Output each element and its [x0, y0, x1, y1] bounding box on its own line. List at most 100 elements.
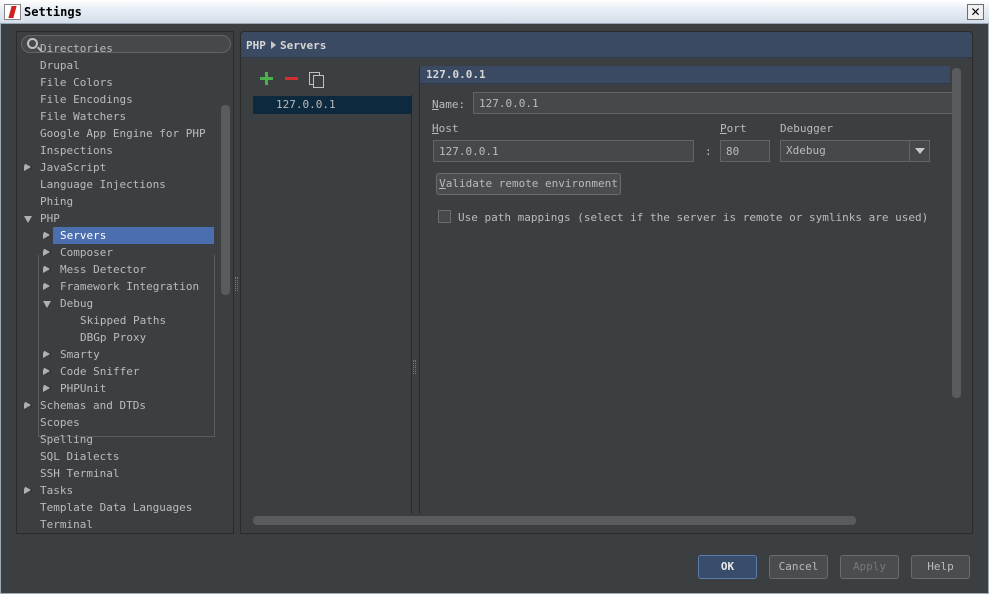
tree-item-composer[interactable]: Composer [17, 244, 217, 261]
tree-item-label: Schemas and DTDs [40, 399, 146, 412]
tree-item-label: SQL Dialects [40, 450, 120, 463]
tree-item-google-app-engine-for-php[interactable]: Google App Engine for PHP [17, 125, 217, 142]
cancel-button[interactable]: Cancel [769, 555, 828, 579]
tree-item-label: Terminal [40, 518, 93, 531]
server-list: 127.0.0.1 [253, 94, 412, 514]
tree-item-servers[interactable]: Servers [17, 227, 217, 244]
tree-item-spelling[interactable]: Spelling [17, 431, 217, 448]
list-splitter-handle[interactable] [413, 360, 416, 374]
name-field[interactable] [473, 92, 953, 114]
tree-item-ssh-terminal[interactable]: SSH Terminal [17, 465, 217, 482]
tree-item-file-colors[interactable]: File Colors [17, 74, 217, 91]
server-list-item[interactable]: 127.0.0.1 [253, 96, 412, 114]
tree-item-schemas-and-dtds[interactable]: Schemas and DTDs [17, 397, 217, 414]
chevron-down-icon[interactable] [909, 141, 929, 161]
help-button[interactable]: Help [911, 555, 970, 579]
tree-item-label: Google App Engine for PHP [40, 127, 206, 140]
validate-remote-environment-button[interactable]: Validate remote environment [436, 173, 621, 195]
collapsed-arrow-icon[interactable] [43, 384, 51, 392]
title-bar: Settings ✕ [0, 0, 989, 24]
server-details-title: 127.0.0.1 [426, 68, 486, 81]
expanded-arrow-icon[interactable] [24, 216, 32, 223]
tree-item-label: File Encodings [40, 93, 133, 106]
horizontal-scrollbar[interactable] [253, 516, 856, 525]
collapsed-arrow-icon[interactable] [43, 367, 51, 375]
name-label: Name: [432, 98, 466, 111]
tree-item-drupal[interactable]: Drupal [17, 57, 217, 74]
port-field[interactable] [720, 140, 770, 162]
tree-item-scopes[interactable]: Scopes [17, 414, 217, 431]
collapsed-arrow-icon[interactable] [24, 163, 32, 171]
tree-item-sql-dialects[interactable]: SQL Dialects [17, 448, 217, 465]
tree-item-debug[interactable]: Debug [17, 295, 217, 312]
tree-item-label: SSH Terminal [40, 467, 120, 480]
host-port-separator: : [705, 145, 712, 158]
tree-item-dbgp-proxy[interactable]: DBGp Proxy [17, 329, 217, 346]
tree-item-label: JavaScript [40, 161, 107, 174]
tree-item-smarty[interactable]: Smarty [17, 346, 217, 363]
tree-item-label: DBGp Proxy [80, 331, 147, 344]
copy-server-icon[interactable] [309, 72, 324, 88]
server-details-header: 127.0.0.1 [420, 66, 950, 84]
tree-item-label: Directories [40, 42, 113, 55]
tree-item-code-sniffer[interactable]: Code Sniffer [17, 363, 217, 380]
app-icon [4, 4, 21, 20]
apply-button[interactable]: Apply [840, 555, 899, 579]
remove-server-icon[interactable] [285, 77, 298, 80]
breadcrumb-current: Servers [280, 39, 327, 52]
settings-content-panel: PHP Servers 127.0.0.1 127.0.0.1 Name: Ho… [240, 31, 973, 534]
tree-item-php[interactable]: PHP [17, 210, 217, 227]
tree-item-directories[interactable]: Directories [17, 40, 217, 57]
tree-item-phpunit[interactable]: PHPUnit [17, 380, 217, 397]
breadcrumb: PHP Servers [241, 32, 972, 58]
collapsed-arrow-icon[interactable] [43, 265, 51, 273]
settings-tree-panel: Directories Drupal File Colors File Encodin… [16, 31, 234, 534]
tree-item-file-watchers[interactable]: File Watchers [17, 108, 217, 125]
server-details: 127.0.0.1 Name: Host Port Debugger : Xde… [419, 66, 953, 514]
debugger-select-value: Xdebug [786, 144, 826, 157]
collapsed-arrow-icon[interactable] [24, 486, 32, 494]
tree-item-label: Smarty [60, 348, 100, 361]
tree-item-framework-integration[interactable]: Framework Integration [17, 278, 217, 295]
tree-scrollbar[interactable] [221, 105, 230, 295]
tree-item-language-injections[interactable]: Language Injections [17, 176, 217, 193]
tree-item-template-data-languages[interactable]: Template Data Languages [17, 499, 217, 516]
details-scrollbar[interactable] [952, 68, 961, 398]
ok-button[interactable]: OK [698, 555, 757, 579]
tree-item-label: Code Sniffer [60, 365, 140, 378]
collapsed-arrow-icon[interactable] [43, 282, 51, 290]
tree-item-file-encodings[interactable]: File Encodings [17, 91, 217, 108]
tree-item-skipped-paths[interactable]: Skipped Paths [17, 312, 217, 329]
collapsed-arrow-icon[interactable] [24, 401, 32, 409]
tree-item-label: Tasks [40, 484, 74, 497]
tree-item-tasks[interactable]: Tasks [17, 482, 217, 499]
tree-item-label: Phing [40, 195, 74, 208]
splitter-handle[interactable] [235, 277, 238, 291]
tree-item-label: PHP [40, 212, 60, 225]
collapsed-arrow-icon[interactable] [43, 248, 51, 256]
tree-item-label: File Watchers [40, 110, 127, 123]
tree-item-label: Spelling [40, 433, 93, 446]
tree-item-inspections[interactable]: Inspections [17, 142, 217, 159]
debugger-select[interactable]: Xdebug [780, 140, 930, 162]
add-server-icon[interactable] [260, 72, 273, 85]
use-path-mappings-checkbox[interactable] [438, 210, 451, 223]
tree-item-label: Template Data Languages [40, 501, 193, 514]
tree-item-label: Drupal [40, 59, 80, 72]
use-path-mappings-label: Use path mappings (select if the server … [458, 211, 929, 224]
host-field[interactable] [433, 140, 694, 162]
collapsed-arrow-icon[interactable] [43, 350, 51, 358]
tree-item-label: PHPUnit [60, 382, 107, 395]
expanded-arrow-icon[interactable] [43, 301, 51, 308]
breadcrumb-parent: PHP [246, 39, 266, 52]
breadcrumb-separator-icon [271, 41, 276, 49]
collapsed-arrow-icon[interactable] [43, 231, 51, 239]
tree-item-label: File Colors [40, 76, 113, 89]
tree-item-phing[interactable]: Phing [17, 193, 217, 210]
tree-item-terminal[interactable]: Terminal [17, 516, 217, 533]
tree-item-mess-detector[interactable]: Mess Detector [17, 261, 217, 278]
close-button[interactable]: ✕ [967, 4, 984, 20]
tree-item-javascript[interactable]: JavaScript [17, 159, 217, 176]
tree-item-label: Debug [60, 297, 94, 310]
window-title: Settings [24, 5, 82, 19]
